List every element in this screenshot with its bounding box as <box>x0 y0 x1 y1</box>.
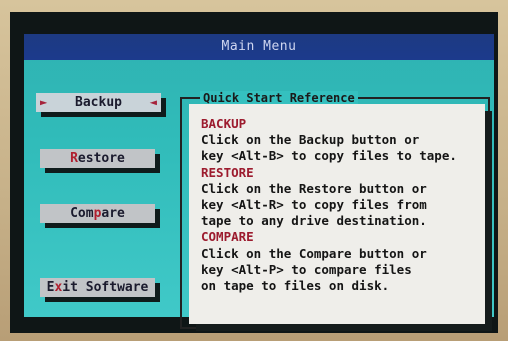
restore-line-2: key <Alt-R> to copy files from <box>201 197 427 213</box>
window-title: Main Menu <box>221 39 297 54</box>
section-heading-backup: BACKUP <box>201 116 247 131</box>
selection-arrow-left-icon: ► <box>40 95 48 109</box>
screen: Main Menu ► Backup ◄ Restore Compare Exi… <box>10 12 498 333</box>
restore-line-1: Click on the Restore button or <box>201 180 427 196</box>
main-menu-window: Main Menu ► Backup ◄ Restore Compare Exi… <box>24 34 494 329</box>
restore-line-3: tape to any drive destination. <box>201 213 427 229</box>
quick-start-text: BACKUP Click on the Backup button or key… <box>201 116 491 294</box>
restore-button[interactable]: Restore <box>40 149 155 168</box>
compare-line-3: on tape to files on disk. <box>201 278 390 294</box>
exit-software-button[interactable]: Exit Software <box>40 278 155 297</box>
backup-line-1: Click on the Backup button or <box>201 132 420 148</box>
restore-button-label-rest: estore <box>77 151 125 166</box>
backup-button-label: Backup <box>75 95 122 110</box>
compare-button-label-rest: are <box>101 206 125 221</box>
exit-button-label-rest: it Software <box>62 280 149 295</box>
restore-hotkey-letter: R <box>70 151 78 166</box>
backup-button[interactable]: ► Backup ◄ <box>36 93 161 112</box>
section-heading-restore: RESTORE <box>201 164 254 180</box>
compare-button-label-start: Com <box>70 206 94 221</box>
compare-line-2: key <Alt-P> to compare files <box>201 261 412 277</box>
title-bar: Main Menu <box>24 34 494 60</box>
backup-line-2: key <Alt-B> to copy files to tape. <box>201 148 457 164</box>
quick-start-title: Quick Start Reference <box>200 91 358 105</box>
quick-start-panel: BACKUP Click on the Backup button or key… <box>189 104 485 324</box>
selection-arrow-right-icon: ◄ <box>149 95 157 109</box>
section-heading-compare: COMPARE <box>201 229 254 245</box>
compare-line-1: Click on the Compare button or <box>201 245 427 261</box>
compare-button[interactable]: Compare <box>40 204 155 223</box>
